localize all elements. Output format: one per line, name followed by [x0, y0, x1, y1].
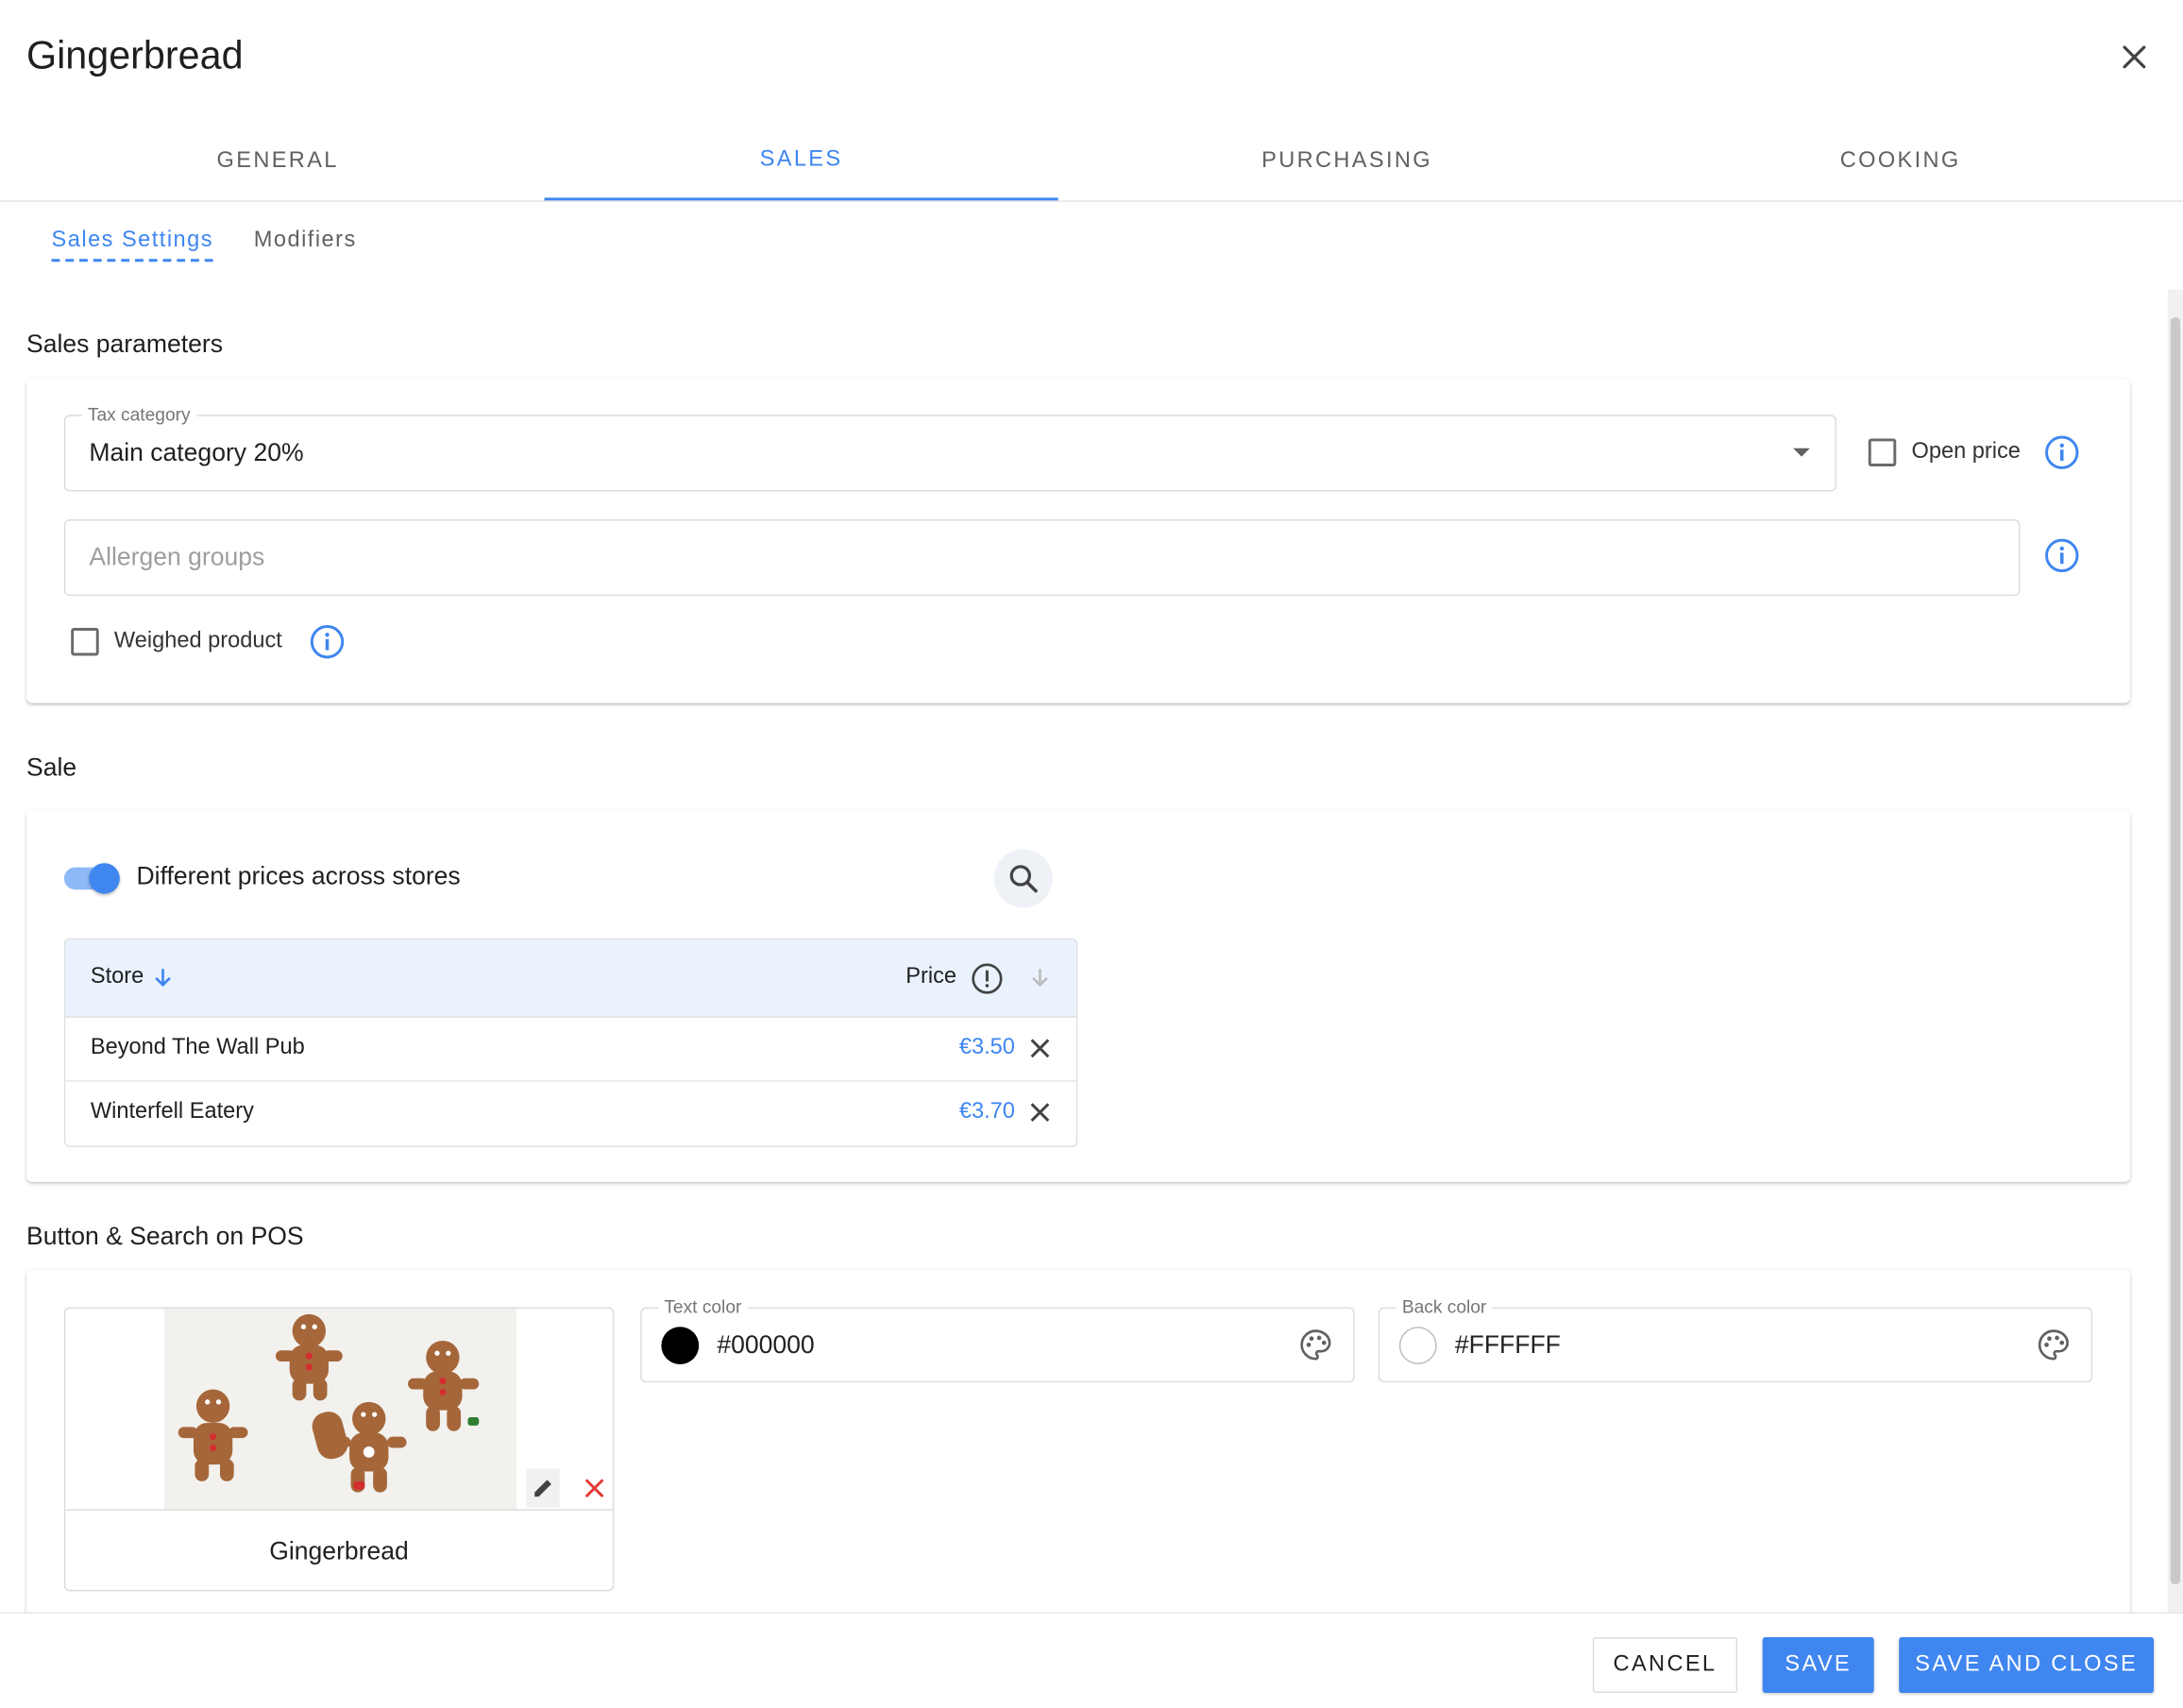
weighed-product-label: Weighed product [113, 629, 282, 653]
store-column-header[interactable]: Store [91, 965, 175, 990]
search-icon [1009, 865, 1038, 893]
sales-parameters-title: Sales parameters [26, 330, 224, 358]
tax-category-select[interactable]: Tax category Main category 20% [63, 403, 1836, 492]
close-button[interactable] [2113, 36, 2155, 77]
allergen-groups-info-icon[interactable] [2044, 537, 2080, 573]
text-color-value: #000000 [717, 1329, 815, 1359]
dialog-footer: CANCEL SAVE SAVE AND CLOSE [0, 1612, 2183, 1708]
cancel-button[interactable]: CANCEL [1592, 1637, 1738, 1693]
save-button[interactable]: SAVE [1762, 1637, 1874, 1693]
sub-tabs: Sales Settings Modifiers [51, 228, 357, 262]
text-color-swatch[interactable] [661, 1327, 700, 1365]
row-price[interactable]: €3.50 [959, 1036, 1015, 1061]
back-color-field[interactable]: Back color #FFFFFF [1378, 1295, 2093, 1383]
pos-button-name: Gingerbread [65, 1509, 613, 1590]
back-color-value: #FFFFFF [1454, 1329, 1561, 1359]
gingerbread-image [163, 1309, 517, 1510]
open-price-info-icon[interactable] [2044, 434, 2080, 470]
subtab-sales-settings[interactable]: Sales Settings [51, 228, 214, 262]
allergen-groups-placeholder: Allergen groups [89, 543, 265, 571]
close-red-icon [584, 1479, 604, 1498]
edit-image-button[interactable] [526, 1468, 560, 1508]
price-column-header[interactable]: Price [905, 965, 956, 990]
content-scrollbar[interactable] [2167, 289, 2183, 1613]
tab-general[interactable]: GENERAL [11, 123, 545, 201]
tab-sales[interactable]: SALES [544, 123, 1058, 201]
remove-row-icon[interactable] [1026, 1035, 1054, 1062]
table-header: Store Price [65, 939, 1076, 1018]
chevron-down-icon [1793, 448, 1810, 457]
palette-icon[interactable] [1297, 1327, 1333, 1362]
allergen-groups-field[interactable]: Allergen groups [63, 518, 2021, 597]
alert-icon[interactable] [971, 962, 1004, 995]
pos-button-preview: Gingerbread [63, 1307, 615, 1592]
store-search-button[interactable] [993, 849, 1053, 908]
close-icon [2123, 45, 2146, 69]
row-store-name: Beyond The Wall Pub [90, 1036, 305, 1060]
tab-cooking[interactable]: COOKING [1636, 123, 2165, 201]
text-color-field[interactable]: Text color #000000 [640, 1295, 1355, 1383]
sale-title: Sale [26, 753, 77, 782]
tab-purchasing[interactable]: PURCHASING [1058, 123, 1636, 201]
weighed-product-info-icon[interactable] [309, 624, 345, 660]
item-dialog: Gingerbread GENERAL SALES PURCHASING COO… [0, 0, 2183, 1708]
arrow-down-icon [155, 969, 172, 988]
back-color-swatch[interactable] [1398, 1327, 1437, 1365]
different-prices-toggle[interactable] [63, 863, 123, 894]
palette-icon[interactable] [2036, 1327, 2072, 1362]
toggle-knob [89, 863, 120, 894]
pencil-icon [534, 1480, 551, 1497]
main-tabs: GENERAL SALES PURCHASING COOKING [0, 123, 2183, 202]
tax-category-value: Main category 20% [89, 438, 304, 466]
sort-arrow-down-icon[interactable] [1029, 966, 1052, 989]
table-row: Beyond The Wall Pub €3.50 [65, 1018, 1076, 1082]
row-price[interactable]: €3.70 [959, 1100, 1015, 1125]
delete-image-button[interactable] [576, 1469, 612, 1508]
different-prices-label: Different prices across stores [136, 861, 461, 890]
save-and-close-button[interactable]: SAVE AND CLOSE [1899, 1637, 2155, 1693]
scrollbar-thumb[interactable] [2170, 317, 2181, 1584]
row-store-name: Winterfell Eatery [90, 1099, 254, 1124]
store-column-label: Store [90, 964, 144, 989]
store-prices-table: Store Price Beyond The Wall Pub €3.50 Wi… [63, 938, 1078, 1147]
table-row: Winterfell Eatery €3.70 [65, 1082, 1075, 1146]
subtab-modifiers[interactable]: Modifiers [254, 228, 357, 262]
dialog-title: Gingerbread [26, 33, 244, 77]
weighed-product-checkbox[interactable] [71, 627, 99, 656]
pos-title: Button & Search on POS [26, 1222, 304, 1251]
remove-row-icon[interactable] [1026, 1098, 1054, 1125]
open-price-label: Open price [1911, 439, 2021, 465]
open-price-checkbox[interactable] [1868, 438, 1897, 466]
